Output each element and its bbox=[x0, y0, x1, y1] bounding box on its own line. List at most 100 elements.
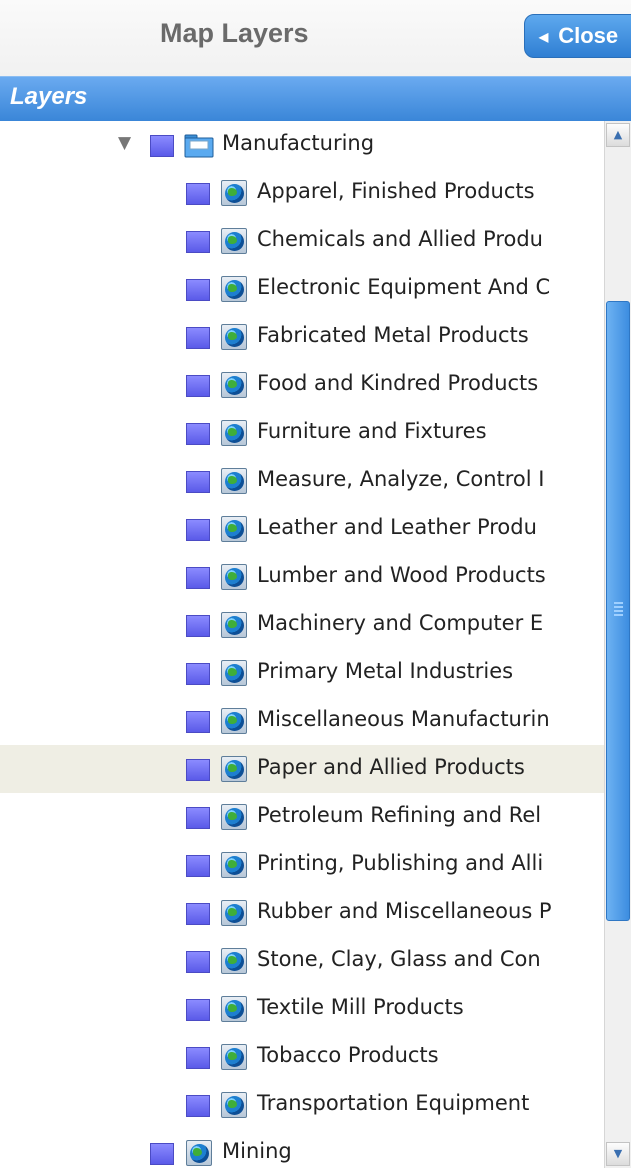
globe-icon bbox=[221, 804, 247, 830]
globe-icon bbox=[221, 900, 247, 926]
globe-icon bbox=[186, 1140, 212, 1166]
layer-checkbox[interactable] bbox=[150, 1143, 174, 1165]
scroll-up-arrow-icon[interactable]: ▲ bbox=[606, 123, 630, 147]
tree-row-child[interactable]: Transportation Equipment bbox=[0, 1081, 604, 1129]
tree-row-child[interactable]: Measure, Analyze, Control I bbox=[0, 457, 604, 505]
globe-icon bbox=[221, 180, 247, 206]
layer-checkbox[interactable] bbox=[186, 1095, 210, 1117]
globe-icon bbox=[221, 756, 247, 782]
layer-label: Paper and Allied Products bbox=[257, 755, 525, 779]
layer-checkbox[interactable] bbox=[150, 135, 174, 157]
layer-label: Electronic Equipment And C bbox=[257, 275, 551, 299]
globe-icon bbox=[221, 516, 247, 542]
layers-section-label: Layers bbox=[10, 83, 88, 110]
layer-checkbox[interactable] bbox=[186, 663, 210, 685]
globe-icon bbox=[221, 468, 247, 494]
layer-checkbox[interactable] bbox=[186, 951, 210, 973]
folder-icon bbox=[184, 134, 214, 158]
tree-row-child[interactable]: Miscellaneous Manufacturin bbox=[0, 697, 604, 745]
vertical-scrollbar[interactable]: ▲ ▼ bbox=[604, 121, 631, 1168]
globe-icon bbox=[221, 660, 247, 686]
layer-checkbox[interactable] bbox=[186, 711, 210, 733]
layer-label: Apparel, Finished Products bbox=[257, 179, 535, 203]
layer-checkbox[interactable] bbox=[186, 375, 210, 397]
globe-icon bbox=[221, 612, 247, 638]
layer-label: Lumber and Wood Products bbox=[257, 563, 546, 587]
globe-icon bbox=[221, 996, 247, 1022]
scrollbar-grip bbox=[614, 602, 623, 616]
globe-icon bbox=[221, 1044, 247, 1070]
chevron-left-icon: ◀ bbox=[539, 30, 549, 44]
layer-label: Machinery and Computer E bbox=[257, 611, 544, 635]
layer-checkbox[interactable] bbox=[186, 327, 210, 349]
tree-row-child[interactable]: Electronic Equipment And C bbox=[0, 265, 604, 313]
globe-icon bbox=[221, 372, 247, 398]
tree-row-child[interactable]: Machinery and Computer E bbox=[0, 601, 604, 649]
globe-icon bbox=[221, 948, 247, 974]
layer-label: Rubber and Miscellaneous P bbox=[257, 899, 552, 923]
layer-label: Chemicals and Allied Produ bbox=[257, 227, 543, 251]
layer-label: Printing, Publishing and Alli bbox=[257, 851, 544, 875]
globe-icon bbox=[221, 852, 247, 878]
tree-row-child[interactable]: Rubber and Miscellaneous P bbox=[0, 889, 604, 937]
layer-checkbox[interactable] bbox=[186, 567, 210, 589]
tree-row-child[interactable]: Leather and Leather Produ bbox=[0, 505, 604, 553]
layers-section-header: Layers bbox=[0, 76, 631, 121]
layer-checkbox[interactable] bbox=[186, 855, 210, 877]
layer-checkbox[interactable] bbox=[186, 231, 210, 253]
tree-row-child[interactable]: Stone, Clay, Glass and Con bbox=[0, 937, 604, 985]
tree-row-child[interactable]: Chemicals and Allied Produ bbox=[0, 217, 604, 265]
tree-row-child[interactable]: Paper and Allied Products bbox=[0, 745, 604, 793]
tree-row-child[interactable]: Textile Mill Products bbox=[0, 985, 604, 1033]
globe-icon bbox=[221, 324, 247, 350]
layer-checkbox[interactable] bbox=[186, 183, 210, 205]
layer-checkbox[interactable] bbox=[186, 999, 210, 1021]
layer-label: Leather and Leather Produ bbox=[257, 515, 537, 539]
layer-label: Stone, Clay, Glass and Con bbox=[257, 947, 541, 971]
panel-header: Map Layers ◀ Close bbox=[0, 0, 631, 76]
expand-arrow-icon[interactable]: ▼ bbox=[118, 133, 131, 153]
layer-checkbox[interactable] bbox=[186, 471, 210, 493]
globe-icon bbox=[221, 276, 247, 302]
scrollbar-thumb[interactable] bbox=[606, 301, 630, 921]
tree-row-child[interactable]: Petroleum Refining and Rel bbox=[0, 793, 604, 841]
tree-row-child[interactable]: Apparel, Finished Products bbox=[0, 169, 604, 217]
close-button[interactable]: ◀ Close bbox=[524, 14, 631, 58]
scroll-down-arrow-icon[interactable]: ▼ bbox=[606, 1142, 630, 1166]
tree-row-child[interactable]: Lumber and Wood Products bbox=[0, 553, 604, 601]
layer-label: Miscellaneous Manufacturin bbox=[257, 707, 550, 731]
tree-row-mining[interactable]: Mining bbox=[0, 1129, 604, 1168]
layer-label: Measure, Analyze, Control I bbox=[257, 467, 545, 491]
layer-checkbox[interactable] bbox=[186, 279, 210, 301]
layer-label: Petroleum Refining and Rel bbox=[257, 803, 542, 827]
layer-checkbox[interactable] bbox=[186, 1047, 210, 1069]
layer-checkbox[interactable] bbox=[186, 807, 210, 829]
layer-label: Fabricated Metal Products bbox=[257, 323, 529, 347]
tree-row-child[interactable]: Primary Metal Industries bbox=[0, 649, 604, 697]
globe-icon bbox=[221, 708, 247, 734]
layer-checkbox[interactable] bbox=[186, 423, 210, 445]
layer-label: Mining bbox=[222, 1139, 292, 1163]
layer-checkbox[interactable] bbox=[186, 759, 210, 781]
globe-icon bbox=[221, 420, 247, 446]
layer-tree: ▼ Manufacturing Mining Apparel, Finished… bbox=[0, 121, 604, 1168]
layer-checkbox[interactable] bbox=[186, 519, 210, 541]
panel-title: Map Layers bbox=[160, 18, 309, 48]
layer-label: Primary Metal Industries bbox=[257, 659, 514, 683]
close-button-label: Close bbox=[558, 23, 619, 48]
layer-label: Manufacturing bbox=[222, 131, 375, 155]
layer-label: Furniture and Fixtures bbox=[257, 419, 487, 443]
layer-label: Tobacco Products bbox=[257, 1043, 439, 1067]
layer-checkbox[interactable] bbox=[186, 903, 210, 925]
tree-row-manufacturing[interactable]: ▼ Manufacturing bbox=[0, 121, 604, 169]
tree-row-child[interactable]: Furniture and Fixtures bbox=[0, 409, 604, 457]
tree-row-child[interactable]: Food and Kindred Products bbox=[0, 361, 604, 409]
tree-row-child[interactable]: Fabricated Metal Products bbox=[0, 313, 604, 361]
globe-icon bbox=[221, 1092, 247, 1118]
layer-label: Transportation Equipment bbox=[257, 1091, 530, 1115]
layer-label: Food and Kindred Products bbox=[257, 371, 539, 395]
tree-row-child[interactable]: Tobacco Products bbox=[0, 1033, 604, 1081]
globe-icon bbox=[221, 228, 247, 254]
layer-checkbox[interactable] bbox=[186, 615, 210, 637]
tree-row-child[interactable]: Printing, Publishing and Alli bbox=[0, 841, 604, 889]
